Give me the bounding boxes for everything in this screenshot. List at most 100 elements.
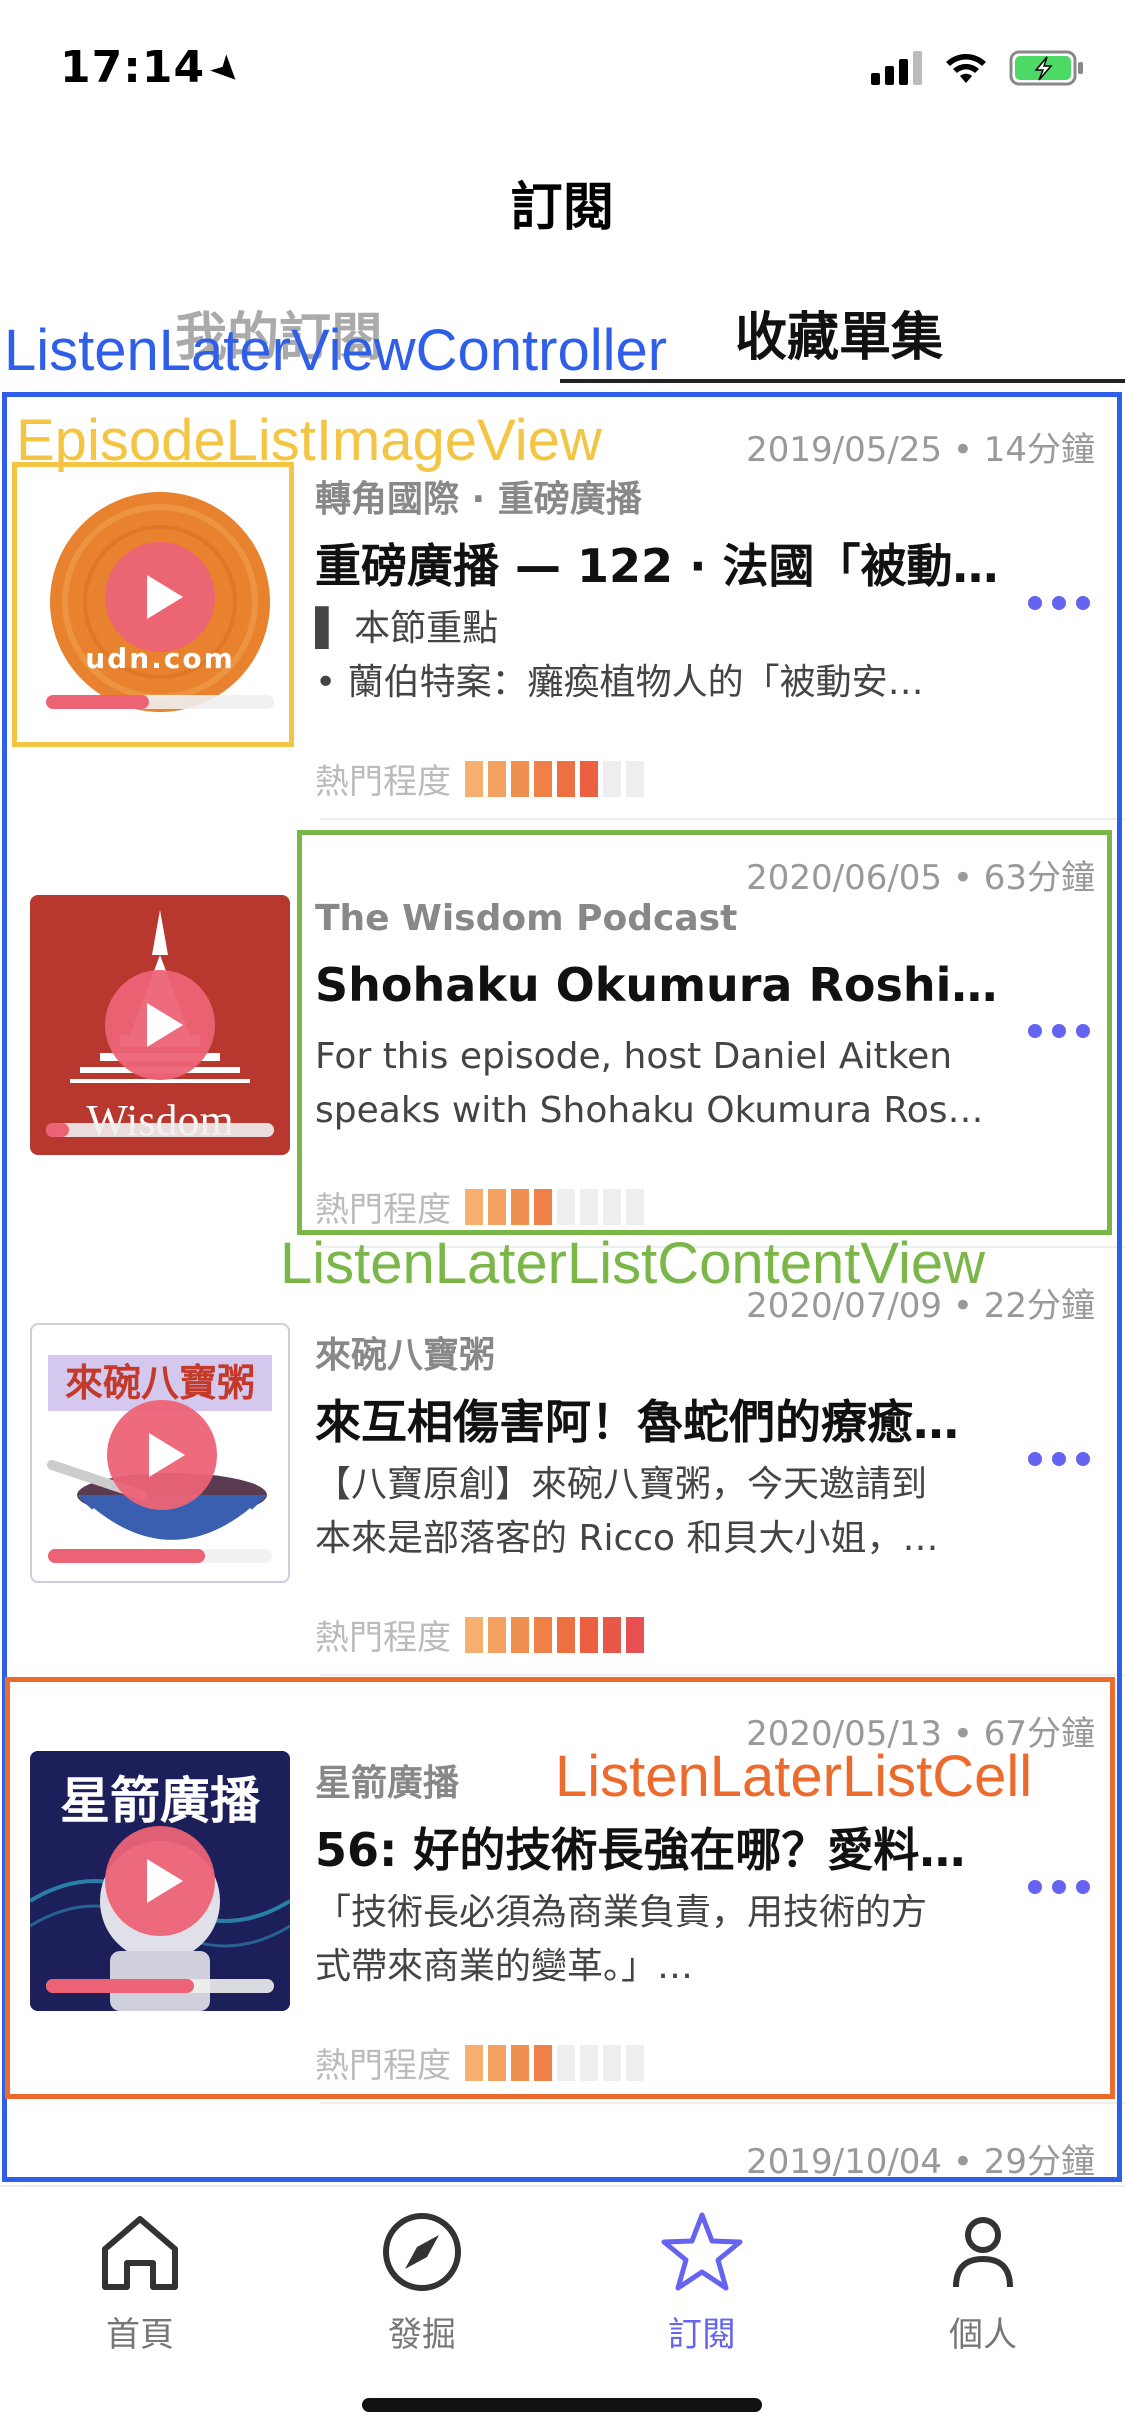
episode-artwork[interactable]: 來碗八寶粥 xyxy=(30,1323,290,1583)
popularity-label: 熱門程度 xyxy=(315,2046,451,2086)
popularity-bars xyxy=(465,2044,644,2081)
artwork-brand-text: 星箭廣播 xyxy=(60,1772,260,1830)
popularity-rating: 熱門程度 xyxy=(315,754,644,803)
cellular-signal-icon xyxy=(871,51,922,85)
popularity-bar xyxy=(580,2044,598,2081)
tab-label: 首頁 xyxy=(106,2315,174,2355)
more-options-button[interactable] xyxy=(1028,1880,1090,1894)
person-icon xyxy=(953,2217,1013,2288)
star-icon xyxy=(661,2212,743,2291)
podcast-name: 來碗八寶粥 xyxy=(315,1335,496,1376)
popularity-bar xyxy=(488,2044,506,2081)
description-line: 【八寶原創】來碗八寶粥，今天邀請到 xyxy=(315,1464,928,1505)
playback-progress xyxy=(46,1123,274,1137)
episode-title: 來互相傷害阿！魯蛇們的療癒… xyxy=(315,1395,959,1449)
episode-description: 「技術長必須為商業負責，用技術的方 式帶來商業的變革。」… xyxy=(315,1886,995,1994)
episode-cell[interactable]: 星箭廣播 2020/05/13 • 67分鐘 星箭廣播 56: 好的技術長強在哪… xyxy=(0,1676,1125,2104)
more-options-button[interactable] xyxy=(1028,1452,1090,1466)
more-dot-icon xyxy=(1076,1880,1090,1894)
tab-subscriptions[interactable]: 訂閱 xyxy=(612,2207,792,2356)
popularity-bar xyxy=(626,1188,644,1225)
status-time-text: 17:14 xyxy=(60,42,206,93)
episode-artwork[interactable]: Wisdom xyxy=(30,895,290,1155)
page-title: 訂閱 xyxy=(510,178,615,238)
popularity-bar xyxy=(534,760,552,797)
more-dot-icon xyxy=(1028,1024,1042,1038)
popularity-bar xyxy=(557,2044,575,2081)
tab-label: 個人 xyxy=(949,2315,1017,2355)
tab-label: 訂閱 xyxy=(668,2315,736,2355)
popularity-bar xyxy=(557,1616,575,1653)
popularity-bar xyxy=(488,1616,506,1653)
status-icons xyxy=(871,50,1085,86)
popularity-bar xyxy=(557,1188,575,1225)
popularity-bar xyxy=(580,1616,598,1653)
play-button[interactable] xyxy=(105,970,215,1080)
wifi-icon xyxy=(946,54,986,83)
tab-profile[interactable]: 個人 xyxy=(893,2207,1073,2356)
episode-artwork[interactable]: 星箭廣播 xyxy=(30,1751,290,2011)
annotation-label-image-view: EpisodeListImageView xyxy=(16,408,602,473)
compass-icon xyxy=(383,2213,461,2291)
more-options-button[interactable] xyxy=(1028,596,1090,610)
podcast-name: The Wisdom Podcast xyxy=(315,898,738,939)
description-line: 本來是部落客的 Ricco 和貝大小姐，… xyxy=(315,1518,939,1559)
popularity-rating: 熱門程度 xyxy=(315,1610,644,1659)
status-time: 17:14➤ xyxy=(60,42,252,96)
episode-meta: 2019/05/25 • 14分鐘 xyxy=(746,430,1095,470)
more-dot-icon xyxy=(1028,1452,1042,1466)
popularity-bar xyxy=(511,1188,529,1225)
episode-cell[interactable]: 來碗八寶粥 2020/07/09 • 22分鐘 來碗八寶粥 來互相傷害阿！魯蛇們… xyxy=(0,1248,1125,1676)
popularity-bars xyxy=(465,1616,644,1653)
more-dot-icon xyxy=(1076,1024,1090,1038)
description-line: 「技術長必須為商業負責，用技術的方 xyxy=(315,1892,928,1933)
episode-cell[interactable]: Wisdom 2020/06/05 • 63分鐘 The Wisdom Podc… xyxy=(0,820,1125,1248)
episode-artwork[interactable]: udn.com xyxy=(30,467,290,727)
popularity-bar xyxy=(626,1616,644,1653)
description-line: • 蘭伯特案：癱瘓植物人的「被動安… xyxy=(315,662,924,703)
popularity-rating: 熱門程度 xyxy=(315,1182,644,1231)
episode-description: ▌ 本節重點 • 蘭伯特案：癱瘓植物人的「被動安… xyxy=(315,602,995,710)
popularity-bar xyxy=(580,1188,598,1225)
description-line: For this episode, host Daniel Aitken xyxy=(315,1036,953,1077)
popularity-bar xyxy=(465,760,483,797)
more-dot-icon xyxy=(1028,1880,1042,1894)
popularity-bar xyxy=(603,1188,621,1225)
artwork-brand-text: Wisdom xyxy=(86,1096,234,1145)
popularity-bar xyxy=(465,1188,483,1225)
playback-progress-fill xyxy=(46,1123,69,1137)
location-arrow-icon: ➤ xyxy=(201,44,253,97)
home-indicator[interactable] xyxy=(362,2398,762,2412)
play-button[interactable] xyxy=(107,1400,217,1510)
popularity-bar xyxy=(603,2044,621,2081)
status-bar: 17:14➤ xyxy=(0,0,1125,140)
play-button[interactable] xyxy=(105,542,215,652)
more-dot-icon xyxy=(1052,1880,1066,1894)
episode-title: 重磅廣播 — 122 · 法國「被動… xyxy=(315,539,999,593)
popularity-bar xyxy=(534,2044,552,2081)
popularity-bar xyxy=(603,1616,621,1653)
battery-charging-icon xyxy=(1009,50,1083,86)
tab-saved-episodes[interactable]: 收藏單集 xyxy=(735,295,943,370)
popularity-bar xyxy=(626,760,644,797)
popularity-bar xyxy=(465,1616,483,1653)
playback-progress xyxy=(46,1979,274,1993)
popularity-bar xyxy=(488,760,506,797)
annotation-label-controller: ListenLaterViewController xyxy=(4,318,668,383)
more-dot-icon xyxy=(1076,596,1090,610)
tab-home[interactable]: 首頁 xyxy=(50,2207,230,2356)
popularity-label: 熱門程度 xyxy=(315,1190,451,1230)
popularity-bar xyxy=(534,1188,552,1225)
tab-discover[interactable]: 發掘 xyxy=(332,2207,512,2356)
playback-progress-fill xyxy=(46,1979,195,1993)
popularity-bar xyxy=(465,2044,483,2081)
episode-title: 56: 好的技術長強在哪？愛料… xyxy=(315,1823,966,1877)
description-line: speaks with Shohaku Okumura Ros… xyxy=(315,1090,984,1131)
more-options-button[interactable] xyxy=(1028,1024,1090,1038)
episode-description: For this episode, host Daniel Aitken spe… xyxy=(315,1030,995,1138)
popularity-bar xyxy=(580,760,598,797)
play-button[interactable] xyxy=(105,1826,215,1936)
playback-progress xyxy=(48,1549,272,1563)
description-line: ▌ 本節重點 xyxy=(315,608,499,649)
popularity-bar xyxy=(557,760,575,797)
